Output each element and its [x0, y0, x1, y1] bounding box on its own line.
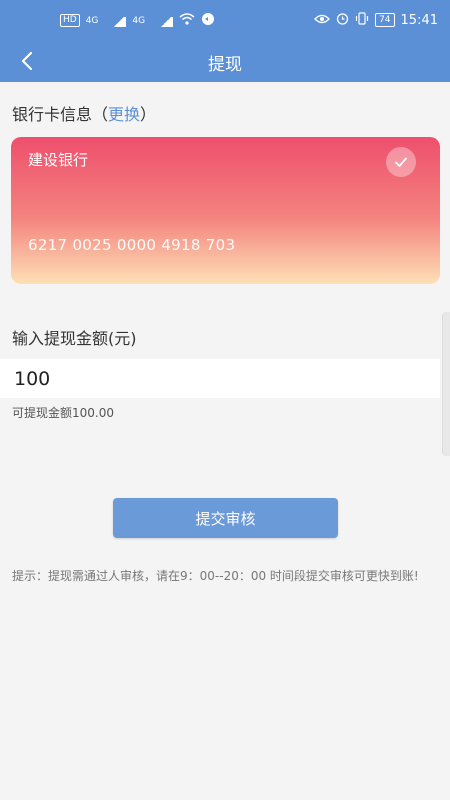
bank-name: 建设银行 [28, 151, 89, 169]
battery-indicator: 74 [375, 13, 395, 27]
selected-check-icon [386, 147, 416, 177]
amount-input[interactable] [0, 359, 440, 398]
card-number: 6217 0025 0000 4918 703 [28, 236, 236, 254]
side-drawer-handle[interactable] [442, 312, 450, 456]
alarm-icon [336, 12, 349, 28]
network-1-label: 4G [85, 15, 99, 26]
signal-icon [104, 15, 127, 27]
wifi-icon [179, 13, 195, 28]
signal-icon-2 [151, 15, 174, 27]
amount-label: 输入提现金额(元) [12, 329, 137, 348]
tip-text: 提示：提现需通过人审核，请在9：00--20：00 时间段提交审核可更快到账! [12, 569, 419, 583]
status-bar: HD 4G 4G 74 15:41 [0, 0, 450, 40]
vibrate-icon [355, 12, 369, 28]
bank-card-info-text: 银行卡信息（ [12, 105, 109, 124]
bank-card-info-label: 银行卡信息（更换） [12, 101, 156, 125]
app-notification-icon [201, 12, 215, 29]
submit-review-button[interactable]: 提交审核 [113, 498, 338, 538]
available-amount: 可提现金额100.00 [12, 406, 114, 420]
bank-card-info-close: ） [140, 105, 157, 124]
amount-field[interactable] [0, 359, 440, 398]
page-title: 提现 [208, 55, 242, 75]
clock: 15:41 [400, 12, 438, 28]
network-2-label: 4G [132, 15, 146, 26]
status-bar-right: 74 15:41 [314, 12, 438, 28]
status-bar-left: HD 4G 4G [60, 12, 215, 29]
nav-bar: 提现 [0, 40, 450, 82]
bank-card[interactable]: 建设银行 6217 0025 0000 4918 703 [11, 137, 440, 284]
hd-badge: HD [60, 14, 80, 27]
change-card-link[interactable]: 更换 [108, 105, 140, 124]
eye-icon [314, 13, 330, 28]
